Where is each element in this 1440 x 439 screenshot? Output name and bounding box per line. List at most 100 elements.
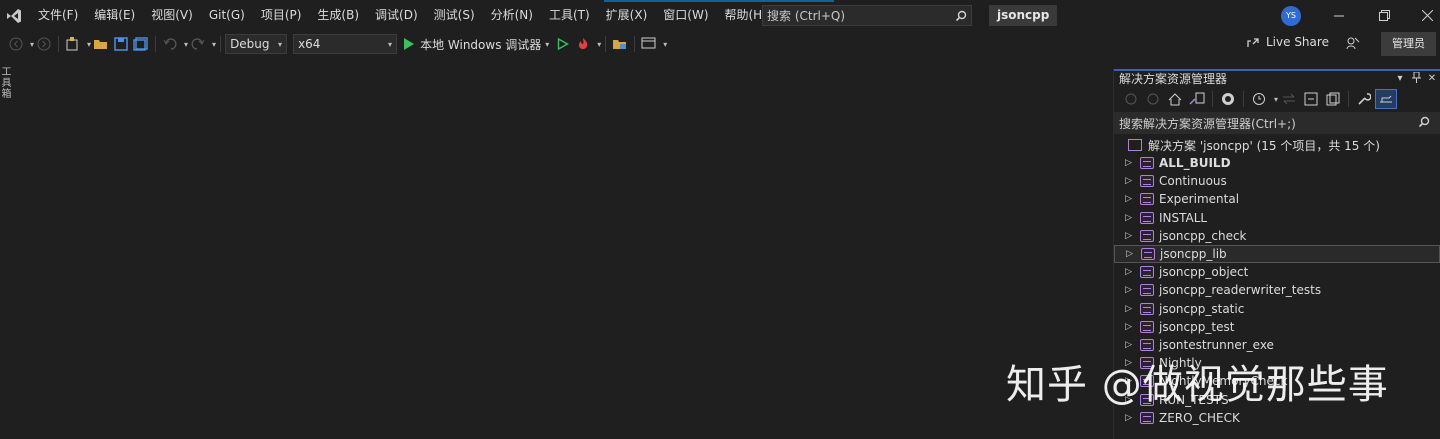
project-node[interactable]: ▷ jsoncpp_object bbox=[1114, 263, 1440, 281]
menu-item[interactable]: 项目(P) bbox=[253, 0, 310, 31]
solution-folder-icon[interactable] bbox=[610, 34, 630, 54]
minimize-icon[interactable] bbox=[1316, 0, 1362, 31]
expand-arrow-icon[interactable]: ▷ bbox=[1114, 213, 1140, 223]
menu-item[interactable]: 工具(T) bbox=[541, 0, 598, 31]
search-placeholder: 搜索 (Ctrl+Q) bbox=[767, 9, 846, 23]
back-icon[interactable] bbox=[1120, 89, 1142, 109]
back-icon[interactable] bbox=[6, 34, 26, 54]
close-icon[interactable] bbox=[1404, 0, 1440, 31]
project-label: jsoncpp_static bbox=[1159, 301, 1245, 316]
hot-reload-dropdown-icon[interactable]: ▾ bbox=[597, 40, 601, 49]
platform-select[interactable]: x64 ▾ bbox=[293, 34, 398, 54]
project-label: jsontestrunner_exe bbox=[1159, 337, 1274, 352]
project-icon bbox=[1140, 193, 1154, 206]
project-icon bbox=[1140, 338, 1154, 351]
open-folder-icon[interactable] bbox=[91, 34, 111, 54]
expand-arrow-icon[interactable]: ▷ bbox=[1114, 267, 1140, 277]
menu-item[interactable]: 视图(V) bbox=[143, 0, 201, 31]
expand-arrow-icon[interactable]: ▷ bbox=[1114, 285, 1140, 295]
menu-item[interactable]: 编辑(E) bbox=[86, 0, 143, 31]
preview-selected-icon[interactable] bbox=[1375, 89, 1398, 109]
home-icon[interactable] bbox=[1164, 89, 1186, 109]
menu-item[interactable]: 扩展(X) bbox=[598, 0, 656, 31]
switch-views-icon[interactable] bbox=[1186, 89, 1208, 109]
menu-item[interactable]: 分析(N) bbox=[483, 0, 541, 31]
expand-arrow-icon[interactable]: ▷ bbox=[1114, 194, 1140, 204]
expand-arrow-icon[interactable]: ▷ bbox=[1114, 413, 1140, 423]
title-bar: 文件(F) 编辑(E) 视图(V) Git(G) 项目(P) 生成(B) 调试(D) 测试(S… bbox=[0, 0, 1440, 31]
solution-icon bbox=[1128, 139, 1142, 151]
solution-search-placeholder: 搜索解决方案资源管理器(Ctrl+;) bbox=[1119, 116, 1296, 131]
project-node[interactable]: ▷ jsoncpp_lib bbox=[1114, 244, 1440, 264]
search-icon bbox=[951, 10, 971, 22]
expand-arrow-icon[interactable]: ▷ bbox=[1114, 176, 1140, 186]
project-node[interactable]: ▷ ZERO_CHECK bbox=[1114, 409, 1440, 427]
project-node[interactable]: ▷ jsoncpp_test bbox=[1114, 318, 1440, 336]
solution-search-input[interactable]: 搜索解决方案资源管理器(Ctrl+;) bbox=[1114, 112, 1440, 134]
redo-icon[interactable] bbox=[188, 34, 208, 54]
menu-item[interactable]: Git(G) bbox=[201, 0, 253, 31]
solution-explorer-header: 解决方案资源管理器 ▾ ✕ bbox=[1114, 69, 1440, 86]
collapse-all-icon[interactable] bbox=[1300, 89, 1322, 109]
menu-item[interactable]: 生成(B) bbox=[309, 0, 367, 31]
live-share-button[interactable]: Live Share bbox=[1246, 35, 1329, 49]
project-label: jsoncpp_readerwriter_tests bbox=[1159, 283, 1322, 298]
expand-arrow-icon[interactable]: ▷ bbox=[1114, 304, 1140, 314]
expand-arrow-icon[interactable]: ▷ bbox=[1114, 340, 1140, 350]
sync-icon[interactable] bbox=[1278, 89, 1300, 109]
properties-wrench-icon[interactable] bbox=[1353, 89, 1375, 109]
restore-icon[interactable] bbox=[1361, 0, 1407, 31]
menu-item[interactable]: 测试(S) bbox=[426, 0, 483, 31]
play-icon bbox=[404, 38, 415, 50]
forward-icon[interactable] bbox=[1142, 89, 1164, 109]
project-label: jsoncpp_check bbox=[1159, 228, 1247, 243]
save-all-icon[interactable] bbox=[131, 34, 151, 54]
expand-arrow-icon[interactable]: ▷ bbox=[1114, 158, 1140, 168]
project-node[interactable]: ▷ jsoncpp_check bbox=[1114, 227, 1440, 245]
configuration-select[interactable]: Debug ▾ bbox=[225, 34, 288, 54]
toolbar-divider bbox=[1212, 91, 1213, 107]
globe-icon[interactable] bbox=[1217, 89, 1239, 109]
project-icon bbox=[1140, 229, 1154, 242]
toolbox-tab[interactable]: 工具箱 bbox=[0, 66, 12, 99]
pin-icon[interactable] bbox=[1408, 71, 1424, 86]
new-project-icon[interactable] bbox=[63, 34, 83, 54]
solution-node[interactable]: 解决方案 'jsoncpp' (15 个项目，共 15 个) bbox=[1114, 136, 1440, 154]
search-input[interactable]: 搜索 (Ctrl+Q) bbox=[762, 5, 972, 26]
project-label: jsoncpp_object bbox=[1159, 265, 1249, 280]
feedback-icon[interactable] bbox=[1345, 35, 1361, 54]
project-node[interactable]: ▷ jsoncpp_readerwriter_tests bbox=[1114, 281, 1440, 299]
window-position-icon[interactable]: ▾ bbox=[1392, 73, 1408, 84]
toolbar-divider bbox=[1243, 91, 1244, 107]
avatar[interactable]: YS bbox=[1281, 6, 1301, 26]
menu-item[interactable]: 窗口(W) bbox=[655, 0, 716, 31]
project-node[interactable]: ▷ Continuous bbox=[1114, 172, 1440, 190]
pending-changes-icon[interactable] bbox=[1248, 89, 1270, 109]
show-all-files-icon[interactable] bbox=[1322, 89, 1344, 109]
forward-icon[interactable] bbox=[34, 34, 54, 54]
visual-studio-logo-icon[interactable] bbox=[0, 0, 28, 31]
window-layout-icon[interactable] bbox=[639, 34, 659, 54]
expand-arrow-icon[interactable]: ▷ bbox=[1114, 322, 1140, 332]
loading-progress-strip bbox=[604, 0, 834, 2]
project-node[interactable]: ▷ Experimental bbox=[1114, 190, 1440, 208]
close-icon[interactable]: ✕ bbox=[1424, 73, 1440, 84]
menu-item[interactable]: 调试(D) bbox=[367, 0, 426, 31]
expand-arrow-icon[interactable]: ▷ bbox=[1114, 231, 1140, 241]
toolbar-overflow-icon[interactable]: ▾ bbox=[663, 40, 667, 49]
chevron-down-icon: ▾ bbox=[388, 39, 393, 49]
start-debugging-button[interactable]: 本地 Windows 调试器 ▾ bbox=[403, 34, 549, 54]
menu-item[interactable]: 文件(F) bbox=[30, 0, 86, 31]
start-without-debugging-icon[interactable] bbox=[553, 34, 573, 54]
expand-arrow-icon[interactable]: ▷ bbox=[1115, 249, 1141, 259]
save-icon[interactable] bbox=[111, 34, 131, 54]
hot-reload-icon[interactable] bbox=[573, 34, 593, 54]
project-node[interactable]: ▷ jsoncpp_static bbox=[1114, 300, 1440, 318]
project-node[interactable]: ▷ ALL_BUILD bbox=[1114, 154, 1440, 172]
project-node[interactable]: ▷ INSTALL bbox=[1114, 209, 1440, 227]
undo-icon[interactable] bbox=[160, 34, 180, 54]
toolbar-divider bbox=[220, 36, 222, 52]
project-label: jsoncpp_test bbox=[1159, 319, 1235, 334]
redo-dropdown-icon[interactable]: ▾ bbox=[212, 40, 216, 49]
project-label: jsoncpp_lib bbox=[1160, 247, 1227, 262]
